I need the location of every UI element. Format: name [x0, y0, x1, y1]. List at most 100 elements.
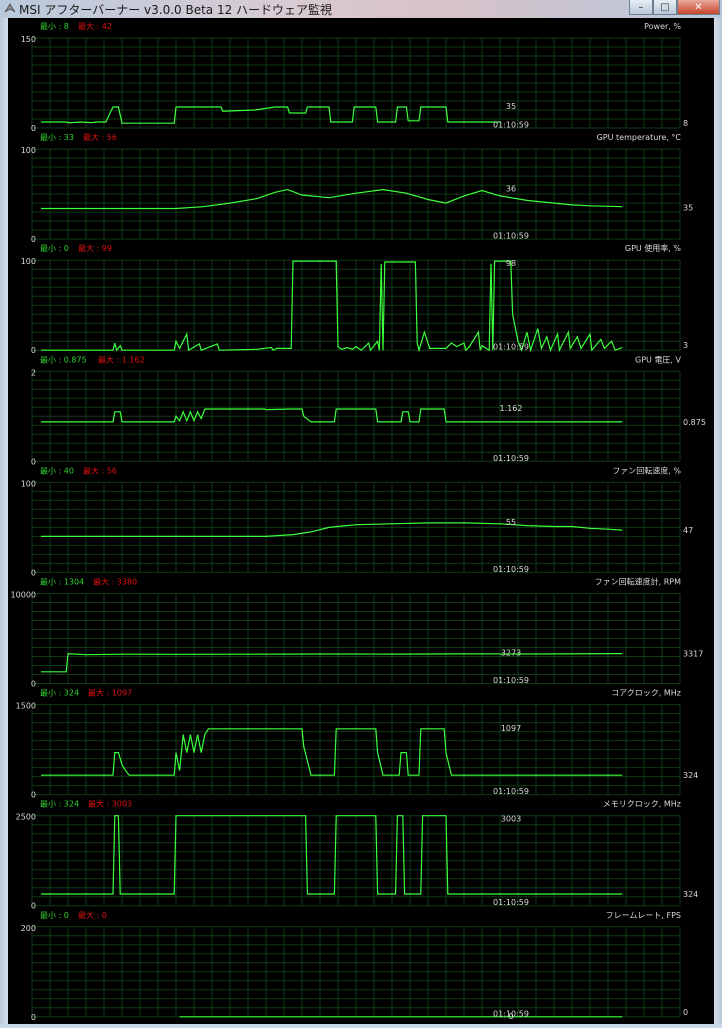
min-label: 最小 : 0 — [40, 244, 69, 253]
minimize-button[interactable]: – — [629, 0, 653, 15]
current-value: 35 — [683, 204, 693, 213]
y-axis-max: 100 — [21, 479, 36, 488]
graph-panel[interactable]: 最小 : 0.875 最大 : 1.162 GPU 電圧, V 2 0 0.875 1.16… — [31, 354, 706, 466]
y-axis-max: 2 — [31, 368, 36, 377]
monitoring-panel[interactable]: 最小 : 8 最大 : 42 Power, % 150 0 8 35 01:10:59 最小 :… — [8, 18, 714, 1024]
current-value: 3317 — [683, 650, 703, 659]
data-line — [41, 815, 623, 895]
graph-panel[interactable]: 最小 : 324 最大 : 1097 コアクロック, MHz 1500 0 324 1097… — [16, 688, 699, 800]
cursor-value: 36 — [506, 185, 516, 194]
graph-panel[interactable]: 最小 : 0 最大 : 0 フレームレート, FPS20000001:10:59 — [21, 910, 688, 1022]
cursor-value: 55 — [506, 518, 516, 527]
graph-title: GPU 電圧, V — [635, 355, 682, 364]
y-axis-max: 10000 — [11, 591, 36, 600]
y-axis-min: 0 — [31, 1013, 36, 1022]
min-label: 最小 : 8 — [40, 22, 69, 31]
max-label: 最大 : 3380 — [93, 577, 137, 587]
title-bar[interactable]: MSI アフターバーナー v3.0.0 Beta 12 ハードウェア監視 – □… — [0, 0, 722, 18]
cursor-time: 01:10:59 — [493, 898, 529, 907]
max-label: 最大 : 99 — [78, 243, 112, 253]
graph-grid — [31, 259, 681, 351]
graph-panel[interactable]: 最小 : 1304 最大 : 3380 ファン回転速度計, RPM 10000 0 331… — [11, 577, 704, 689]
current-value: 47 — [683, 526, 693, 535]
cursor-value: 1097 — [501, 724, 521, 733]
y-axis-max: 200 — [21, 924, 36, 933]
graph-grid — [31, 37, 681, 129]
cursor-time: 01:10:59 — [493, 1009, 529, 1018]
maximize-button[interactable]: □ — [653, 0, 677, 15]
cursor-value: 3273 — [501, 649, 521, 658]
current-value: 0 — [683, 1008, 688, 1017]
cursor-value: 3003 — [501, 815, 521, 824]
current-value: 0.875 — [683, 418, 706, 427]
max-label: 最大 : 56 — [83, 132, 117, 142]
window-title: MSI アフターバーナー v3.0.0 Beta 12 ハードウェア監視 — [19, 3, 333, 17]
max-label: 最大 : 1.162 — [98, 354, 145, 364]
graph-title: ファン回転速度計, RPM — [595, 577, 681, 587]
cursor-time: 01:10:59 — [493, 787, 529, 796]
y-axis-max: 100 — [21, 146, 36, 155]
data-line — [41, 188, 623, 210]
cursor-time: 01:10:59 — [493, 121, 529, 130]
graph-panel[interactable]: 最小 : 0 最大 : 99 GPU 使用率, % 100 0 3 98 01:10:59 — [21, 243, 688, 355]
graph-panel[interactable]: 最小 : 40 最大 : 56 ファン回転速度, % 100 0 47 55 01:10:59 — [21, 465, 693, 577]
cursor-time: 01:10:59 — [493, 343, 529, 352]
graph-grid — [31, 926, 681, 1018]
graph-title: GPU 使用率, % — [625, 243, 682, 253]
data-line — [41, 408, 623, 423]
data-line — [41, 522, 623, 537]
graph-title: ファン回転速度, % — [612, 465, 681, 475]
graph-grid — [31, 370, 681, 462]
min-label: 最小 : 40 — [40, 466, 74, 475]
max-label: 最大 : 0 — [78, 910, 107, 920]
caption-buttons: – □ ✕ — [629, 0, 720, 16]
y-axis-min: 0 — [31, 124, 36, 133]
cursor-value: 35 — [506, 102, 516, 111]
graph-grid — [31, 815, 681, 907]
app-icon — [4, 3, 16, 13]
current-value: 8 — [683, 119, 688, 128]
min-label: 最小 : 324 — [40, 800, 79, 809]
graph-panel[interactable]: 最小 : 33 最大 : 56 GPU temperature, °C 100 0 35 3… — [21, 132, 693, 244]
max-label: 最大 : 56 — [83, 465, 117, 475]
y-axis-min: 0 — [31, 680, 36, 689]
cursor-time: 01:10:59 — [493, 232, 529, 241]
min-label: 最小 : 33 — [40, 133, 74, 142]
close-button[interactable]: ✕ — [677, 0, 720, 15]
max-label: 最大 : 3003 — [88, 799, 132, 809]
data-line — [41, 106, 500, 124]
graph-title: Power, % — [644, 22, 681, 31]
y-axis-min: 0 — [31, 791, 36, 800]
cursor-value: 98 — [506, 259, 516, 268]
y-axis-max: 2500 — [16, 813, 36, 822]
min-label: 最小 : 1304 — [40, 578, 84, 587]
graph-title: フレームレート, FPS — [606, 911, 681, 920]
max-label: 最大 : 42 — [78, 21, 112, 31]
y-axis-min: 0 — [31, 235, 36, 244]
graph-title: コアクロック, MHz — [611, 689, 681, 698]
graph-title: GPU temperature, °C — [597, 133, 682, 142]
window-frame-left — [0, 18, 8, 1024]
min-label: 最小 : 324 — [40, 689, 79, 698]
y-axis-max: 1500 — [16, 702, 36, 711]
cursor-value: 1.162 — [500, 404, 523, 413]
graph-grid — [31, 593, 681, 684]
y-axis-min: 0 — [31, 902, 36, 911]
cursor-time: 01:10:59 — [493, 454, 529, 463]
cursor-time: 01:10:59 — [493, 565, 529, 574]
window-frame-right — [714, 18, 722, 1024]
graph-panel[interactable]: 最小 : 8 最大 : 42 Power, % 150 0 8 35 01:10:59 — [21, 21, 688, 133]
y-axis-max: 150 — [21, 35, 36, 44]
min-label: 最小 : 0 — [40, 911, 69, 920]
app-window: MSI アフターバーナー v3.0.0 Beta 12 ハードウェア監視 – □… — [0, 0, 722, 1024]
data-line — [41, 728, 623, 776]
graph-grid — [31, 704, 681, 796]
graph-title: メモリクロック, MHz — [603, 800, 681, 809]
graph-panel[interactable]: 最小 : 324 最大 : 3003 メモリクロック, MHz 2500 0 324 300… — [16, 799, 699, 911]
min-label: 最小 : 0.875 — [40, 355, 87, 364]
y-axis-min: 0 — [31, 568, 36, 577]
y-axis-min: 0 — [31, 346, 36, 355]
monitoring-graphs: 最小 : 8 最大 : 42 Power, %150083501:10:59最小 :… — [11, 21, 706, 1022]
current-value: 324 — [683, 890, 698, 899]
max-label: 最大 : 1097 — [88, 688, 132, 698]
